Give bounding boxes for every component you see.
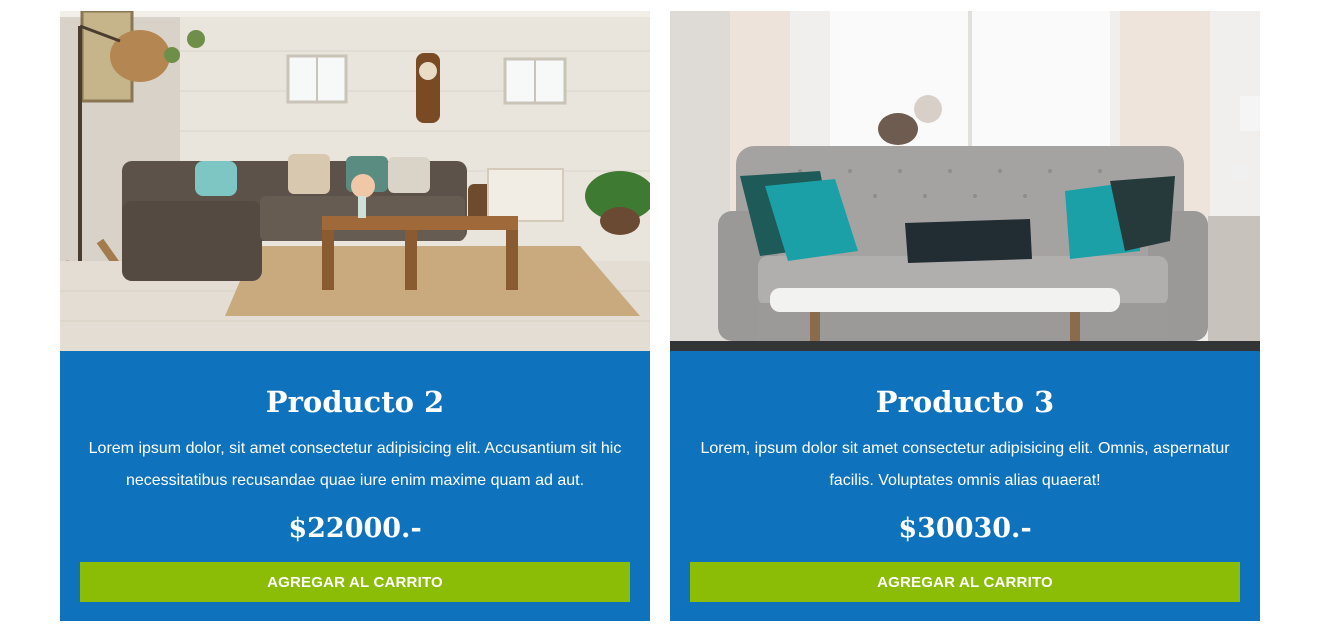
add-to-cart-button[interactable]: AGREGAR AL CARRITO — [690, 562, 1240, 602]
add-to-cart-button[interactable]: AGREGAR AL CARRITO — [80, 562, 630, 602]
product-price: $30030.- — [898, 513, 1032, 544]
product-description: Lorem, ipsum dolor sit amet consectetur … — [700, 440, 1230, 489]
product-price: $22000.- — [288, 513, 422, 544]
product-title: Producto 2 — [265, 385, 445, 419]
product-card: Producto 3 Lorem, ipsum dolor sit amet c… — [670, 11, 1260, 621]
product-title: Producto 3 — [875, 385, 1055, 419]
product-card: Producto 2 Lorem ipsum dolor, sit amet c… — [60, 11, 650, 621]
product-description: Lorem ipsum dolor, sit amet consectetur … — [88, 440, 622, 489]
product-image-living-room — [60, 11, 650, 351]
product-card-body: Producto 3 Lorem, ipsum dolor sit amet c… — [670, 351, 1260, 621]
product-card-body: Producto 2 Lorem ipsum dolor, sit amet c… — [60, 351, 650, 621]
product-grid: Producto 2 Lorem ipsum dolor, sit amet c… — [60, 11, 1260, 621]
product-image-sofa — [670, 11, 1260, 351]
